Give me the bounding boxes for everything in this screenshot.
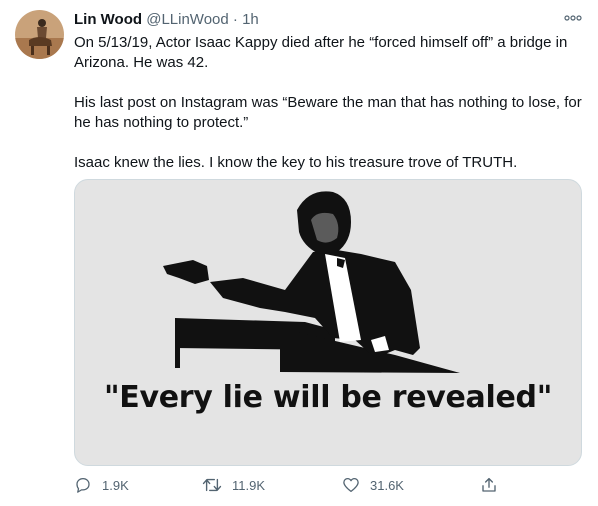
image-caption: "Every lie will be revealed": [103, 380, 553, 415]
retweet-count: 11.9K: [232, 477, 266, 493]
speaker-illustration: [163, 191, 460, 373]
like-count: 31.6K: [370, 477, 404, 493]
tweet-text: On 5/13/19, Actor Isaac Kappy died after…: [74, 33, 584, 193]
avatar[interactable]: [15, 10, 64, 59]
tweet-time[interactable]: 1h: [242, 11, 259, 28]
reply-icon: [76, 477, 90, 493]
reply-button[interactable]: 1.9K: [74, 476, 129, 494]
tweet-paragraph-2: His last post on Instagram was “Beware t…: [74, 94, 582, 131]
retweet-button[interactable]: 11.9K: [202, 476, 265, 494]
share-button[interactable]: [480, 476, 498, 494]
like-icon: [343, 477, 359, 493]
author-name[interactable]: Lin Wood: [74, 11, 142, 28]
tweet-header: Lin Wood @LLinWood · 1h: [74, 11, 259, 29]
tweet-image[interactable]: "Every lie will be revealed": [74, 179, 582, 466]
avatar-image: [15, 10, 64, 59]
more-icon: [564, 15, 582, 21]
more-button[interactable]: [560, 8, 586, 28]
separator-dot: ·: [232, 11, 238, 28]
tweet-paragraph-3: Isaac knew the lies. I know the key to h…: [74, 154, 518, 171]
author-handle[interactable]: @LLinWood: [146, 11, 229, 28]
share-icon: [482, 477, 496, 492]
tweet-paragraph-1: On 5/13/19, Actor Isaac Kappy died after…: [74, 34, 568, 71]
tweet-actions: 1.9K 11.9K 31.6K: [74, 476, 584, 498]
retweet-icon: [202, 478, 222, 492]
reply-count: 1.9K: [102, 477, 129, 493]
like-button[interactable]: 31.6K: [342, 476, 404, 494]
